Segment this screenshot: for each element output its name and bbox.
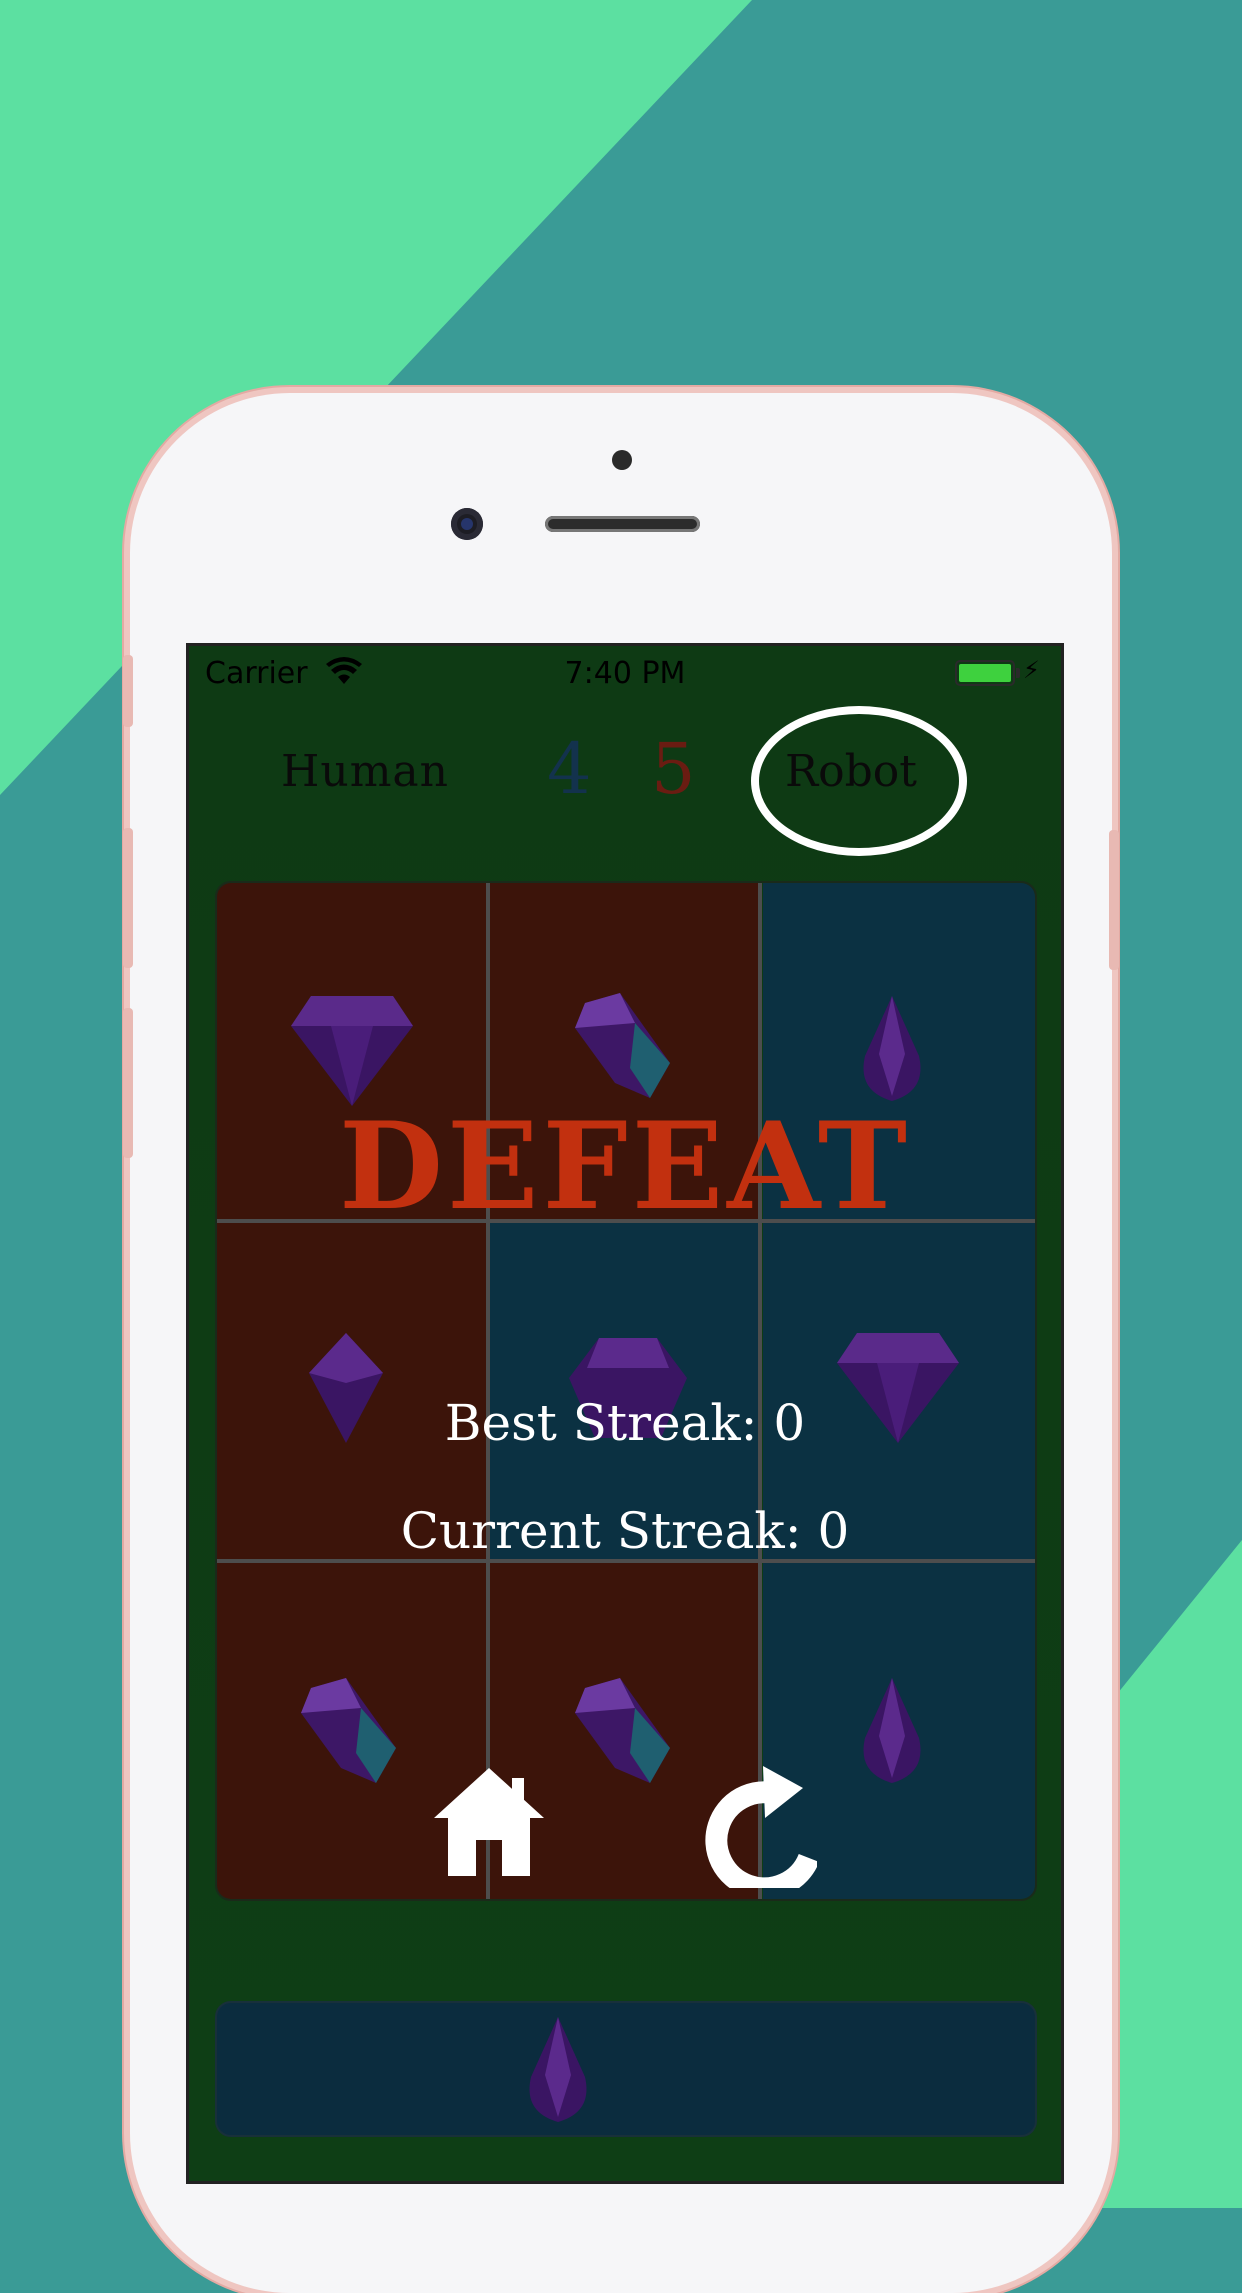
restart-icon [705,1766,817,1888]
volume-down-button [123,1008,133,1158]
purple-teardrop-gem[interactable] [523,2017,593,2122]
human-score: 4 [547,728,592,810]
defeat-title: DEFEAT [338,1096,912,1237]
best-streak-label: Best Streak: 0 [444,1394,806,1452]
home-icon [434,1768,544,1876]
charging-bolt-icon: ⚡ [1023,656,1040,684]
volume-up-button [123,828,133,968]
purple-teardrop-gem [863,996,921,1101]
home-button[interactable] [434,1768,544,1876]
clock: 7:40 PM [564,656,686,691]
game-board [215,881,1037,1901]
restart-button[interactable] [705,1766,817,1888]
gem-tray [215,2001,1037,2137]
purple-crystal-gem [575,993,670,1098]
current-streak-label: Current Streak: 0 [400,1502,850,1560]
mute-switch [123,655,133,727]
battery-icon [955,660,1020,686]
purple-crystal-gem [301,1678,396,1783]
robot-score: 5 [651,728,696,810]
robot-player-name: Robot [785,746,917,797]
power-button [1109,830,1119,970]
status-bar: Carrier 7:40 PM ⚡ [189,646,1061,696]
grid-line [758,883,762,1899]
grid-line [486,883,490,1899]
game-screen: Carrier 7:40 PM ⚡ Human 4 5 Robot DEFEAT… [186,643,1064,2184]
purple-teardrop-gem [863,1678,921,1783]
purple-diamond-gem [291,996,413,1106]
proximity-sensor [612,450,632,470]
human-player-name: Human [281,746,450,797]
earpiece-speaker [545,516,700,532]
front-camera [451,508,483,540]
purple-crystal-gem [575,1678,670,1783]
scoreboard: Human 4 5 Robot [189,706,1061,856]
